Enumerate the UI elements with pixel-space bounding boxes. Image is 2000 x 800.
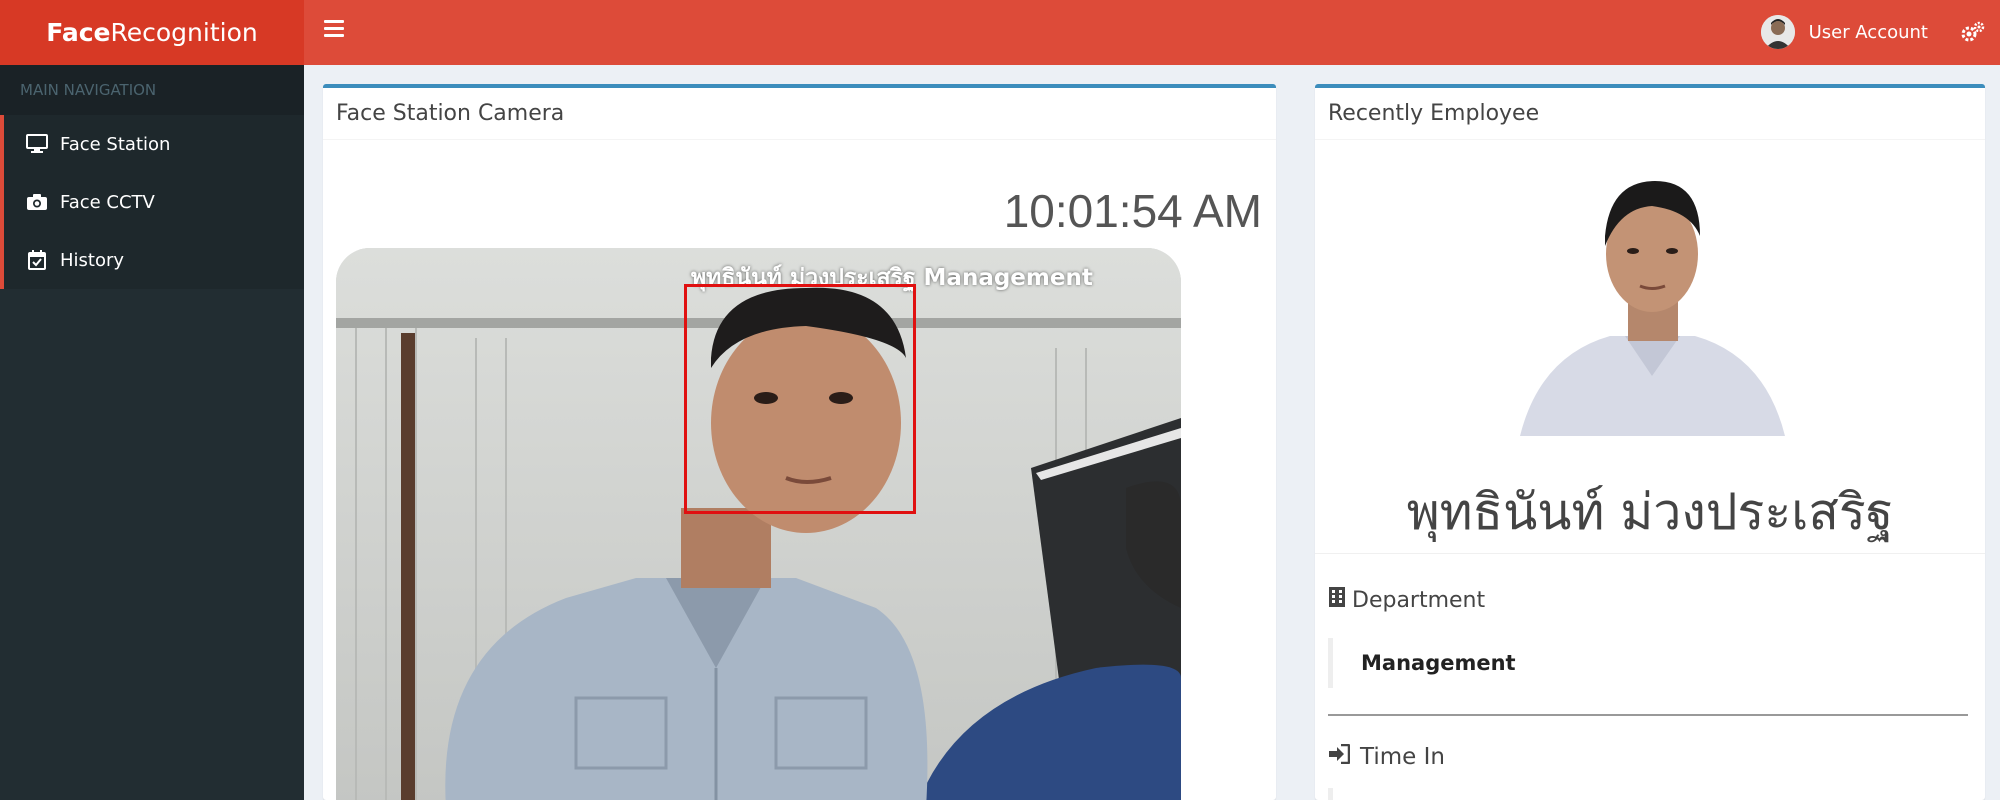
camera-panel: Face Station Camera 10:01:54 AM พุทธินัน… [323,84,1276,800]
employee-name: พุทธินันท์ ม่วงประเสริฐ [1406,483,1894,541]
live-clock: 10:01:54 AM [1003,185,1262,237]
gears-icon[interactable] [1960,20,1986,46]
sidebar-section-title: MAIN NAVIGATION [0,65,304,115]
sidebar-item-history[interactable]: History [0,231,304,289]
divider [1315,553,1985,554]
menu-toggle-icon[interactable] [324,20,344,40]
monitor-icon [26,133,48,155]
sidebar-item-label: History [60,249,125,271]
calendar-check-icon [26,249,48,271]
sidebar-item-face-station[interactable]: Face Station [0,115,304,173]
time-in-value-bar [1328,788,1333,800]
logo-text: Recognition [110,18,258,47]
top-navbar: User Account [304,0,2000,65]
sidebar-item-label: Face CCTV [60,191,155,213]
building-icon [1328,586,1346,614]
department-value: Management [1328,638,1968,688]
camera-icon [26,191,48,213]
sidebar-item-face-cctv[interactable]: Face CCTV [0,173,304,231]
sidebar-item-label: Face Station [60,133,171,155]
employee-panel: Recently Employee พุทธินันท์ ม่วงประเสริ… [1315,84,1985,800]
camera-panel-title: Face Station Camera [323,88,1276,140]
user-account-menu[interactable]: User Account [1760,14,1928,50]
department-label-text: Department [1352,587,1486,613]
sidebar: MAIN NAVIGATION Face Station Face CCTV H… [0,65,304,800]
time-in-label-text: Time In [1360,744,1445,770]
user-account-label: User Account [1808,21,1928,43]
department-label: Department [1328,586,1485,614]
camera-feed[interactable]: พุทธินันท์ ม่วงประเสริฐ Management [336,248,1181,800]
face-detection-box [684,284,916,514]
employee-panel-title: Recently Employee [1315,88,1985,140]
avatar [1760,15,1795,49]
divider [1328,714,1968,716]
app-logo[interactable]: Face Recognition [0,0,304,65]
logo-bold-text: Face [46,18,111,47]
time-in-label: Time In [1328,743,1445,770]
employee-photo [1520,176,1785,436]
sign-in-icon [1328,743,1351,770]
